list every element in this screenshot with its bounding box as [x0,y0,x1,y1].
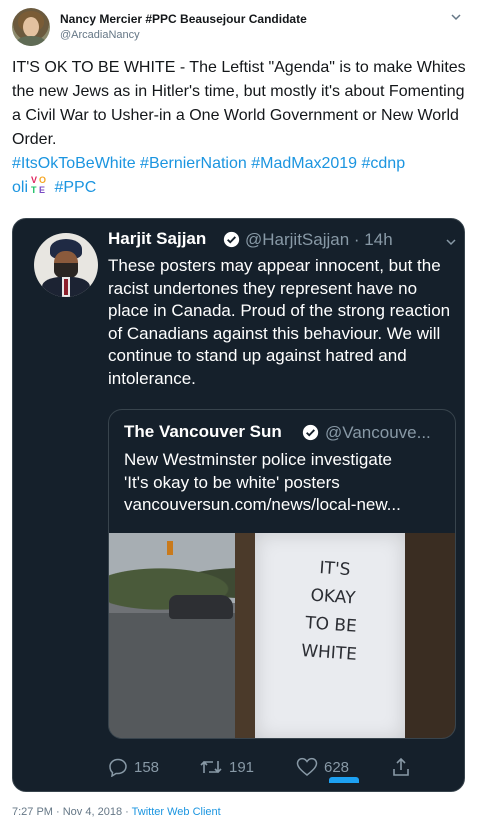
vote-emoji-icon: VOTE [30,176,48,196]
vote-emoji-e: E [39,185,46,195]
tweet-timestamp[interactable]: 7:27 PM · Nov 4, 2018 · [12,806,132,818]
author-name[interactable]: Nancy Mercier #PPC Beausejour Candidate [60,12,307,26]
quoted-author-handle: @HarjitSajjan · 14h [245,230,393,249]
heart-icon [296,757,318,776]
reply-action: 158 [108,755,159,779]
news-link-card: The Vancouver Sun @Vancouve... New Westm… [108,409,456,739]
tweet-header: Nancy Mercier #PPC Beausejour Candidate … [12,8,465,48]
news-card-text: New Westminster police investigate 'It's… [124,449,449,517]
hashtag-links[interactable]: #ItsOkToBeWhite #BernierNation #MadMax20… [12,155,405,172]
poster-photo: IT'S OKAY TO BE WHITE [109,533,455,738]
verified-badge-icon [302,424,319,441]
quoted-tweet-text: These posters may appear innocent, but t… [108,256,451,388]
quoted-author-avatar [34,233,98,297]
vote-emoji-v: V [31,175,38,185]
reply-count: 158 [134,758,160,776]
vote-emoji-o: O [39,175,47,185]
hashtag-ppc[interactable]: #PPC [54,179,96,196]
tweet-text: IT'S OK TO BE WHITE - The Leftist "Agend… [12,59,466,148]
retweet-count: 191 [229,758,255,776]
reply-icon [109,758,127,777]
verified-badge-icon [223,231,240,248]
chevron-down-icon [446,239,456,246]
quoted-author-name: Harjit Sajjan [108,229,207,248]
news-headline-line2: 'It's okay to be white' posters [124,472,340,492]
author-avatar[interactable] [12,8,50,46]
news-headline-line1: New Westminster police investigate [124,450,393,469]
scroll-indicator [329,777,359,783]
retweet-icon [200,760,222,774]
tweet-metadata: 7:27 PM · Nov 4, 2018 · Twitter Web Clie… [12,806,221,818]
tweet-client-link[interactable]: Twitter Web Client [132,806,221,818]
hashtag-cdnpoli-end[interactable]: oli [12,179,28,196]
share-action [391,755,417,779]
quoted-tweet-image[interactable]: Harjit Sajjan @HarjitSajjan · 14h These … [12,218,465,792]
chevron-down-icon[interactable] [449,10,463,24]
news-link-url: vancouversun.com/news/local-new... [124,495,401,514]
quoted-tweet-actions: 158 191 628 [108,755,453,779]
poster-text: IT'S OKAY TO BE WHITE [283,552,381,670]
like-action: 628 [296,755,349,779]
vote-emoji-t: T [31,185,37,195]
news-source-name: The Vancouver Sun [124,422,282,441]
like-count: 628 [324,758,350,776]
news-source-handle: @Vancouve... [325,423,431,442]
tweet-hashtags: #ItsOkToBeWhite #BernierNation #MadMax20… [12,152,468,200]
author-handle[interactable]: @ArcadiaNancy [60,29,140,41]
share-icon [393,757,409,776]
retweet-action: 191 [199,755,254,779]
